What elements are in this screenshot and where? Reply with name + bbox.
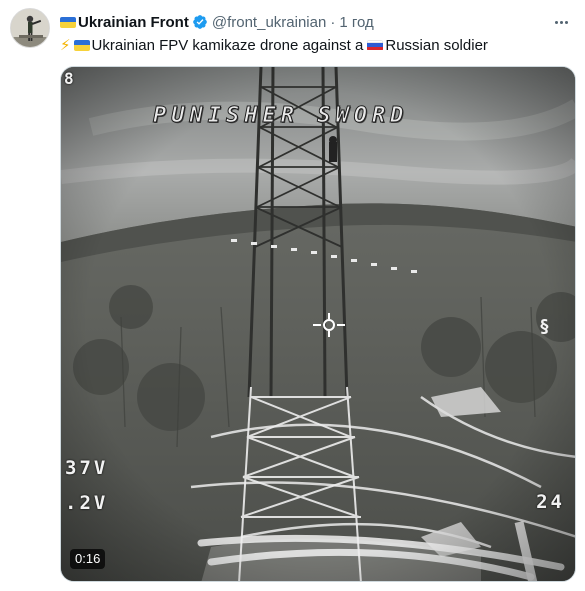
video-frame: § [61,67,575,581]
ukraine-flag-icon [73,39,90,51]
tweet-header: Ukrainian Front @front_ukrainian · 1 год [60,12,374,32]
tweet-text: ⚡ Ukrainian FPV kamikaze drone against a… [60,36,488,55]
video-duration-badge: 0:16 [70,549,106,569]
osd-current: .2V [65,492,109,514]
osd-title: PUNISHER SWORD [152,103,409,129]
more-dot-icon [564,20,568,24]
osd-count: 24 [536,491,565,513]
account-handle[interactable]: @front_ukrainian [212,14,326,31]
more-options-button[interactable] [551,12,571,32]
more-dot-icon [554,20,558,24]
separator-dot: · [330,13,336,31]
tweet-text-part2: Russian soldier [385,36,488,54]
video-player[interactable]: § 8 PUNISHER SWORD 37V .2V 24 0:16 [60,66,576,582]
verified-badge-icon [193,15,207,29]
ukraine-flag-icon [60,16,76,28]
avatar[interactable] [10,8,50,48]
tweet[interactable]: Ukrainian Front @front_ukrainian · 1 год… [0,0,585,591]
osd-voltage: 37V [65,457,109,479]
lightning-icon: ⚡ [60,37,71,54]
tweet-text-part1: Ukrainian FPV kamikaze drone against a [91,36,364,54]
account-name[interactable]: Ukrainian Front [78,14,189,31]
more-dot-icon [559,20,563,24]
osd-corner-glyph: 8 [64,69,74,88]
avatar-image-icon [11,9,49,47]
timestamp[interactable]: 1 год [339,14,373,31]
russia-flag-icon [367,39,384,51]
